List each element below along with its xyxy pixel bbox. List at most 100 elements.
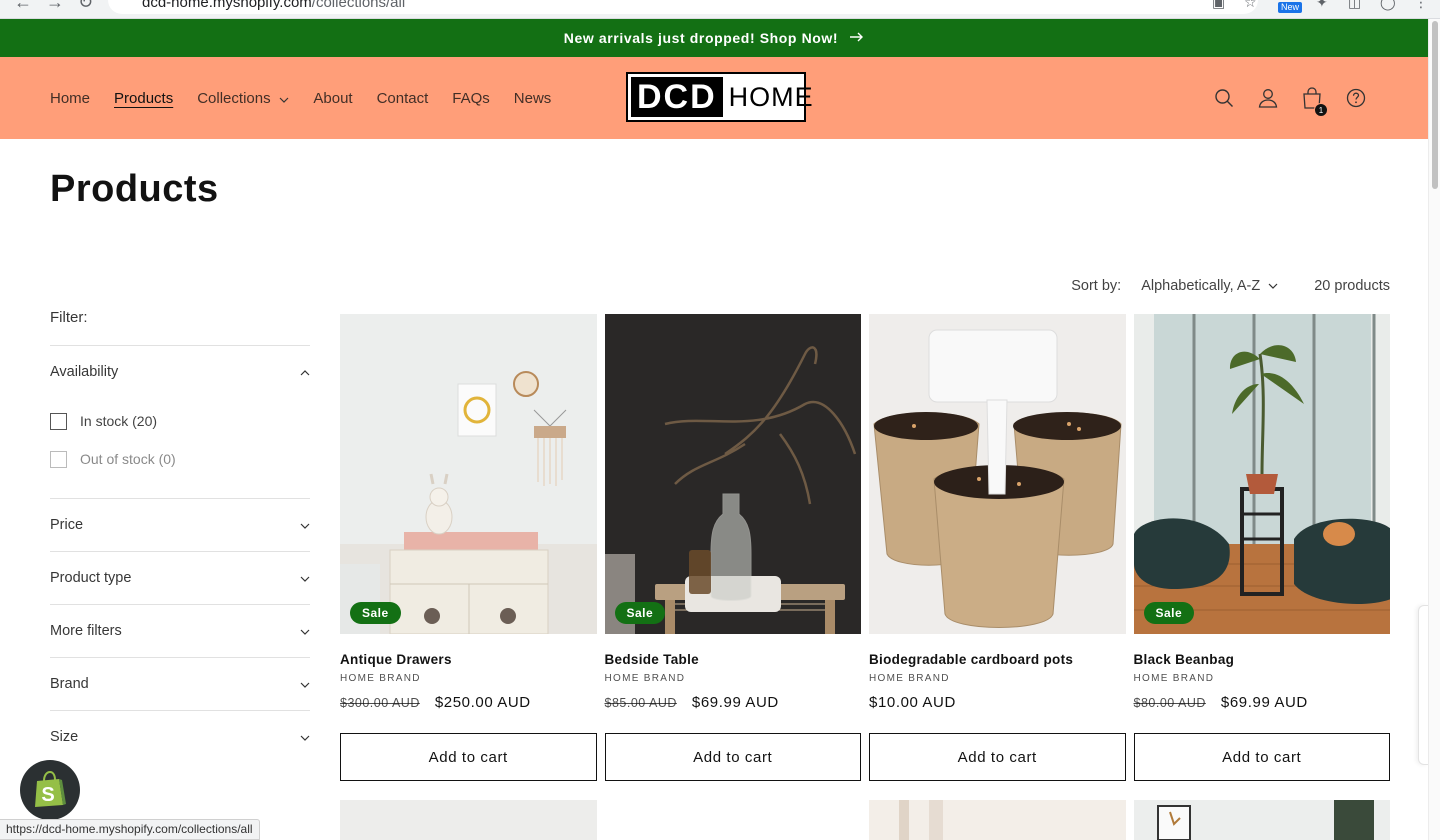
- facet-size-toggle[interactable]: Size: [50, 711, 310, 763]
- side-panel-tab[interactable]: [1418, 605, 1428, 765]
- add-to-cart-button[interactable]: Add to cart: [869, 733, 1126, 781]
- facet-availability-toggle[interactable]: Availability: [50, 346, 310, 398]
- nav-home[interactable]: Home: [50, 90, 90, 107]
- facet-brand-toggle[interactable]: Brand: [50, 658, 310, 710]
- back-icon[interactable]: ←: [14, 0, 32, 13]
- chevron-down-icon: [1268, 280, 1278, 292]
- reload-icon[interactable]: ↻: [78, 0, 93, 13]
- sort-label: Sort by:: [1071, 278, 1122, 294]
- sale-price: $69.99 AUD: [691, 694, 779, 711]
- product-prices: $10.00 AUD: [869, 694, 1126, 714]
- product-prices: $80.00 AUD $69.99 AUD: [1134, 694, 1391, 714]
- sale-price: $250.00 AUD: [434, 694, 531, 711]
- cart-icon[interactable]: 1: [1290, 76, 1334, 120]
- product-title[interactable]: Bedside Table: [605, 652, 862, 667]
- tab-search-icon[interactable]: ◫: [1348, 0, 1361, 11]
- sale-badge: Sale: [1143, 602, 1195, 624]
- help-icon[interactable]: [1334, 76, 1378, 120]
- product-vendor: HOME BRAND: [604, 673, 686, 684]
- sale-price: $69.99 AUD: [1220, 694, 1308, 711]
- facet-price-toggle[interactable]: Price: [50, 499, 310, 551]
- product-title[interactable]: Antique Drawers: [340, 652, 597, 667]
- product-vendor: HOME BRAND: [1133, 673, 1215, 684]
- search-icon[interactable]: [1202, 76, 1246, 120]
- menu-dots-icon[interactable]: ⋮: [1414, 0, 1428, 11]
- browser-toolbar: ← → ↻ dcd-home.myshopify.com/collections…: [0, 0, 1440, 19]
- product-image[interactable]: Sale: [604, 314, 861, 634]
- site-header: Home Products Collections About Contact …: [0, 57, 1428, 139]
- page-scrollbar[interactable]: [1428, 19, 1440, 840]
- facet-label: Size: [50, 729, 79, 745]
- facet-availability: Availability In stock (20) Out of stock …: [50, 345, 310, 498]
- page-title: Products: [50, 168, 219, 210]
- product-prices: $85.00 AUD $69.99 AUD: [605, 694, 862, 714]
- price: $10.00 AUD: [869, 694, 956, 711]
- facet-label: Availability: [50, 364, 119, 380]
- add-to-cart-button[interactable]: Add to cart: [340, 733, 597, 781]
- announcement-bar[interactable]: New arrivals just dropped! Shop Now!: [0, 19, 1428, 57]
- account-icon[interactable]: [1246, 76, 1290, 120]
- profile-icon[interactable]: ◯: [1380, 0, 1396, 11]
- product-image[interactable]: [869, 314, 1126, 634]
- shopify-bag-icon[interactable]: S: [20, 760, 80, 820]
- address-bar-url: dcd-home.myshopify.com/collections/all: [142, 0, 406, 11]
- product-title[interactable]: Biodegradable cardboard pots: [869, 652, 1126, 667]
- checkbox-out-of-stock[interactable]: [50, 450, 67, 468]
- product-image[interactable]: Sale: [340, 314, 597, 634]
- product-image[interactable]: [869, 800, 1126, 840]
- new-badge: New: [1278, 2, 1303, 13]
- facet-label: More filters: [50, 623, 122, 639]
- chevron-down-icon: [300, 571, 310, 585]
- product-image[interactable]: [1133, 800, 1390, 840]
- chevron-down-icon: [300, 677, 310, 691]
- product-grid: Sale Antique Drawers HOME BRAND $300.00 …: [340, 314, 1390, 781]
- nav-collections[interactable]: Collections: [197, 90, 289, 107]
- arrow-right-icon: [850, 29, 864, 47]
- scrollbar-thumb[interactable]: [1432, 21, 1438, 189]
- announcement-text: New arrivals just dropped! Shop Now!: [563, 30, 839, 46]
- extensions-icon[interactable]: ✦: [1316, 0, 1328, 11]
- add-to-cart-button[interactable]: Add to cart: [604, 733, 861, 781]
- facet-brand: Brand: [50, 657, 310, 710]
- header-icons: 1: [1202, 57, 1378, 139]
- filter-heading: Filter:: [50, 309, 88, 326]
- product-image[interactable]: [604, 800, 861, 840]
- chevron-down-icon: [300, 730, 310, 744]
- facet-product-type: Product type: [50, 551, 310, 604]
- site-logo[interactable]: DCD HOME: [626, 72, 813, 122]
- add-to-cart-button[interactable]: Add to cart: [1133, 733, 1390, 781]
- chevron-down-icon: [300, 624, 310, 638]
- facet-label: Price: [50, 517, 84, 533]
- facet-product-type-toggle[interactable]: Product type: [50, 552, 310, 604]
- forward-icon[interactable]: →: [46, 0, 64, 13]
- sale-badge: Sale: [350, 602, 401, 624]
- facet-more-filters: More filters: [50, 604, 310, 657]
- product-vendor: HOME BRAND: [869, 673, 950, 684]
- facet-size: Size: [50, 710, 310, 763]
- sort-select[interactable]: Alphabetically, A-Z: [1141, 278, 1278, 294]
- logo-dcd: DCD: [631, 77, 723, 117]
- product-title[interactable]: Black Beanbag: [1134, 652, 1391, 667]
- tab-cast-icon[interactable]: ▣: [1212, 0, 1225, 11]
- product-grid-row-2: [340, 800, 1390, 840]
- nav-about[interactable]: About: [313, 90, 352, 107]
- checkbox-in-stock[interactable]: [50, 412, 67, 430]
- product-card: Sale Bedside Table HOME BRAND $85.00 AUD…: [604, 314, 862, 781]
- chevron-down-icon: [300, 518, 310, 532]
- product-image[interactable]: [340, 800, 597, 840]
- product-image[interactable]: Sale: [1133, 314, 1390, 634]
- product-vendor: HOME BRAND: [340, 673, 421, 684]
- filter-facets: Availability In stock (20) Out of stock …: [50, 345, 310, 763]
- filter-option-out-of-stock[interactable]: Out of stock (0): [50, 440, 310, 478]
- nav-products[interactable]: Products: [114, 90, 173, 107]
- main-nav: Home Products Collections About Contact …: [50, 57, 575, 139]
- facet-more-filters-toggle[interactable]: More filters: [50, 605, 310, 657]
- nav-news[interactable]: News: [514, 90, 552, 107]
- compare-at-price: $85.00 AUD: [604, 696, 677, 710]
- nav-faqs[interactable]: FAQs: [452, 90, 490, 107]
- nav-contact[interactable]: Contact: [377, 90, 429, 107]
- product-card: Biodegradable cardboard pots HOME BRAND …: [869, 314, 1126, 781]
- filter-option-in-stock[interactable]: In stock (20): [50, 402, 310, 440]
- bookmark-star-icon[interactable]: ☆: [1244, 0, 1257, 11]
- facet-price: Price: [50, 498, 310, 551]
